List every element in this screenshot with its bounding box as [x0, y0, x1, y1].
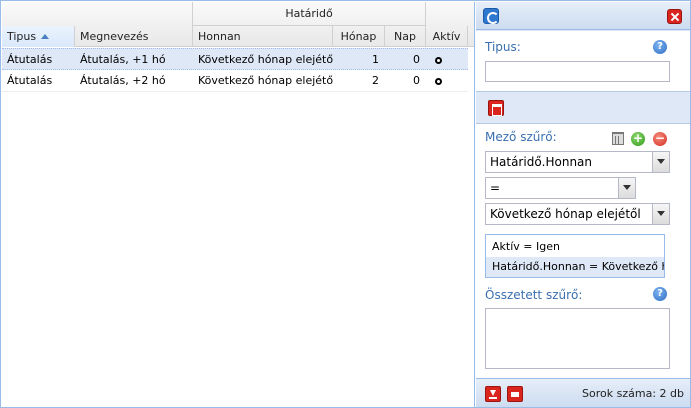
table-row[interactable]: Átutalás Átutalás, +1 hó Következő hónap… [2, 48, 468, 70]
tipus-input[interactable] [485, 61, 670, 82]
print-icon[interactable] [507, 386, 523, 402]
cell-honap: 2 [372, 74, 379, 87]
active-indicator-icon [435, 57, 442, 64]
save-icon[interactable] [488, 100, 504, 116]
panel-toolbar [476, 2, 690, 30]
compound-filter-textarea[interactable] [485, 308, 670, 369]
chevron-down-icon[interactable] [652, 204, 669, 224]
field-select[interactable]: Határidő.Honnan [485, 151, 670, 173]
table-row[interactable]: Átutalás Átutalás, +2 hó Következő hónap… [2, 70, 468, 92]
cell-honnan: Következő hónap elejétől [198, 74, 333, 87]
help-icon[interactable]: ? [653, 287, 667, 301]
header-group-hatarido: Határidő [193, 2, 426, 26]
field-select-value: Határidő.Honnan [490, 155, 593, 169]
list-item[interactable]: Határidő.Honnan = Következő hó... [486, 257, 664, 277]
row-count: Sorok száma: 2 db [582, 387, 684, 400]
column-header-megnevezes[interactable]: Megnevezés [75, 26, 193, 47]
help-icon[interactable]: ? [653, 40, 667, 54]
chevron-down-icon[interactable] [652, 152, 669, 172]
list-item[interactable]: Aktív = Igen [486, 237, 664, 257]
filter-panel: Tipus: ? Mező szűrő: + − Határidő.Honnan… [476, 2, 690, 407]
column-header-label: Megnevezés [80, 30, 149, 43]
column-header-label: Nap [394, 30, 416, 43]
mezo-szuro-label: Mező szűrő: [485, 130, 557, 144]
column-header-tipus[interactable]: Tipus [2, 26, 75, 47]
window-frame: Határidő Tipus Megnevezés Honnan Hónap N… [0, 0, 691, 408]
osszetett-szuro-label: Összetett szűrő: [485, 288, 583, 302]
header-spacer-right [426, 2, 474, 26]
cell-megnevezes: Átutalás, +1 hó [80, 53, 166, 66]
refresh-icon[interactable] [483, 8, 499, 24]
trash-icon[interactable] [612, 132, 624, 145]
column-header-label: Hónap [340, 30, 377, 43]
value-select-value: Következő hónap elejétől [490, 207, 641, 221]
active-indicator-icon [435, 78, 442, 85]
cell-tipus: Átutalás [7, 53, 53, 66]
column-header-label: Honnan [198, 30, 241, 43]
grid-header: Határidő Tipus Megnevezés Honnan Hónap N… [2, 2, 474, 47]
add-icon[interactable]: + [631, 132, 645, 146]
column-header-nap[interactable]: Nap [385, 26, 426, 47]
header-group-label: Határidő [285, 7, 333, 20]
operator-select[interactable]: = [485, 177, 636, 199]
panel-status-bar: Sorok száma: 2 db [476, 378, 690, 407]
close-icon[interactable] [667, 9, 682, 24]
panel-body: Tipus: ? Mező szűrő: + − Határidő.Honnan… [476, 31, 690, 378]
cell-megnevezes: Átutalás, +2 hó [80, 74, 166, 87]
download-icon[interactable] [485, 386, 501, 402]
cell-nap: 0 [413, 53, 420, 66]
filter-list: Aktív = Igen Határidő.Honnan = Következő… [485, 234, 665, 278]
column-header-honnan[interactable]: Honnan [193, 26, 333, 47]
value-select[interactable]: Következő hónap elejétől [485, 203, 670, 225]
cell-honnan: Következő hónap elejétől [198, 53, 333, 66]
save-toolbar [476, 91, 690, 124]
column-header-aktiv[interactable]: Aktív [426, 26, 468, 47]
cell-nap: 0 [413, 74, 420, 87]
cell-honap: 1 [372, 53, 379, 66]
remove-icon[interactable]: − [653, 132, 667, 146]
chevron-down-icon[interactable] [618, 178, 635, 198]
operator-select-value: = [490, 181, 501, 195]
sort-ascending-icon [41, 34, 50, 39]
header-spacer [2, 2, 193, 26]
column-header-label: Aktív [432, 30, 461, 43]
column-header-label: Tipus [7, 30, 37, 43]
data-grid: Határidő Tipus Megnevezés Honnan Hónap N… [2, 2, 475, 407]
tipus-label: Tipus: [485, 40, 521, 54]
cell-tipus: Átutalás [7, 74, 53, 87]
column-header-honap[interactable]: Hónap [333, 26, 385, 47]
